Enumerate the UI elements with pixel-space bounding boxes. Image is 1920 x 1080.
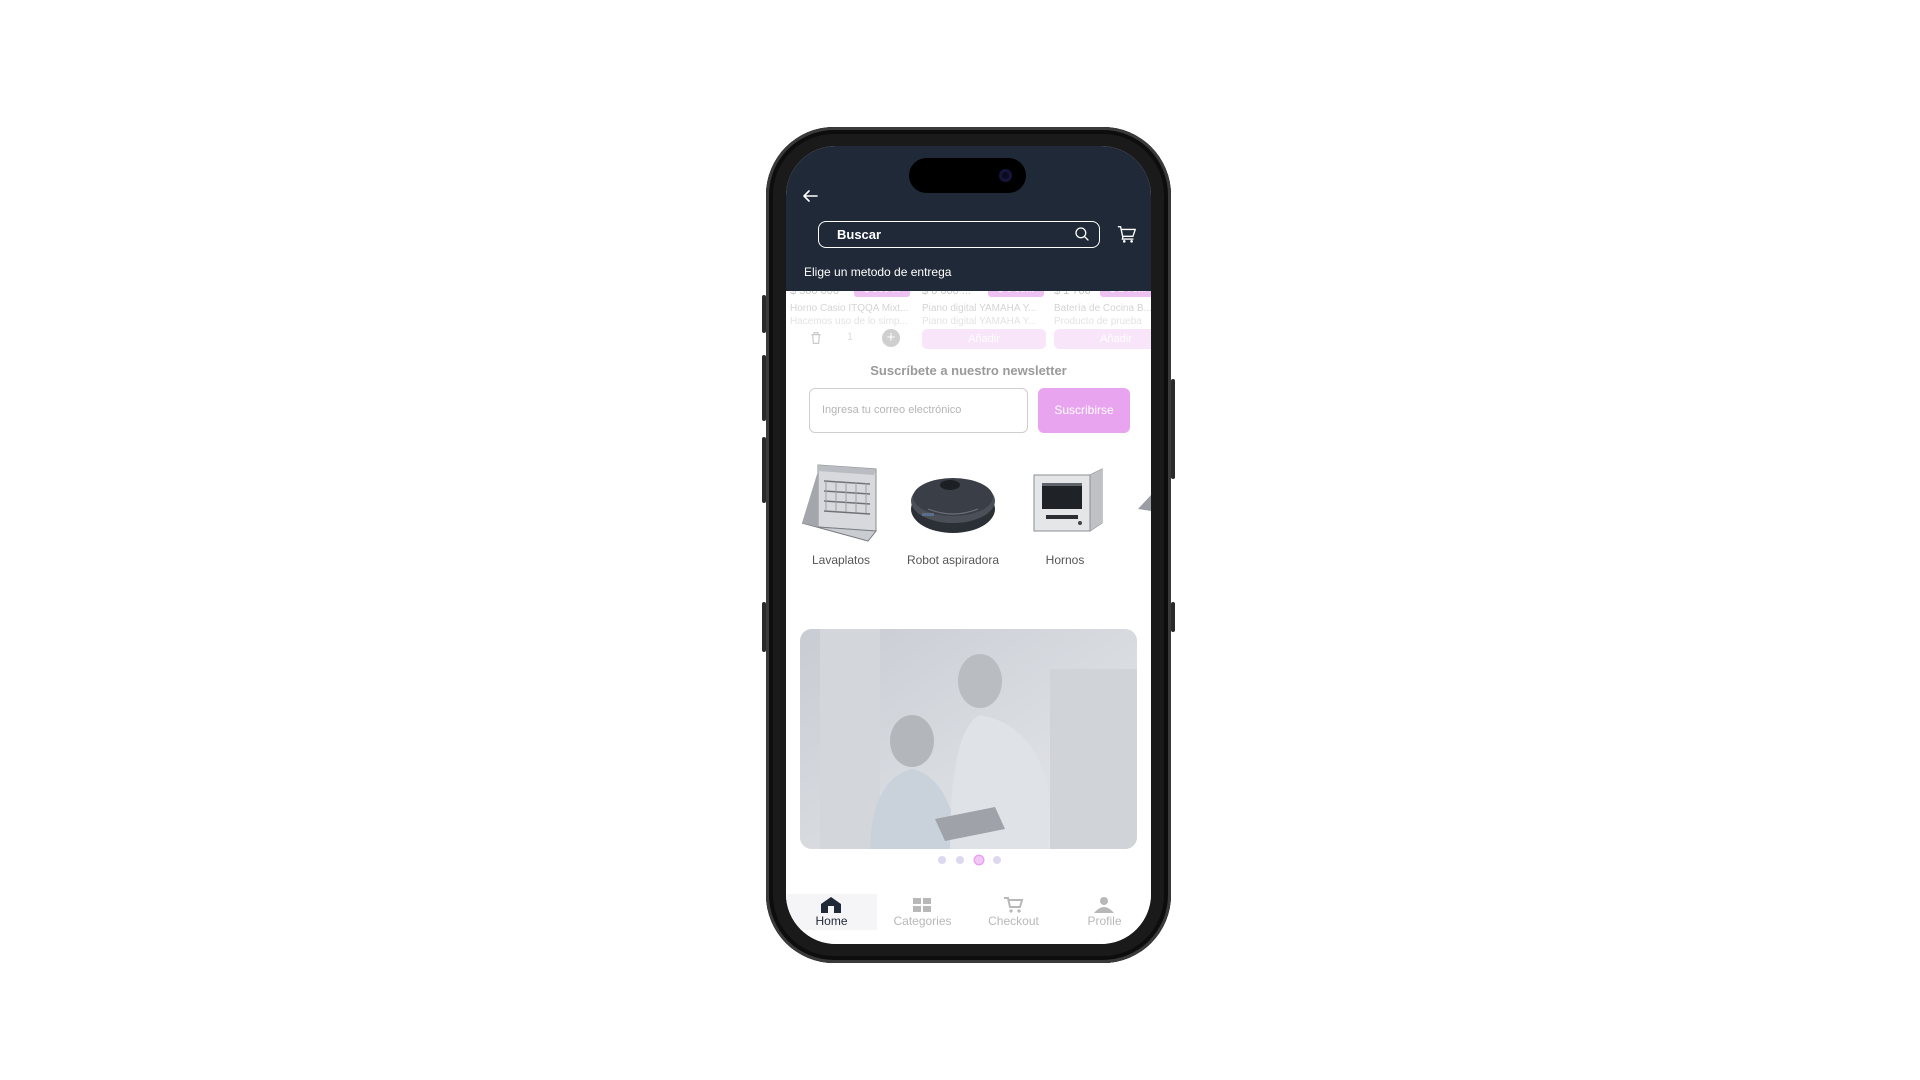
category-label: Hornos — [1045, 553, 1085, 567]
carousel-dot[interactable] — [938, 856, 946, 864]
category-item-lavaplatos[interactable]: Lavaplatos — [786, 461, 886, 581]
bottom-tab-bar: Home Categories Checkout Profile — [786, 894, 1151, 944]
promo-photo — [800, 629, 1137, 849]
volume-up-button — [762, 355, 766, 421]
product-card[interactable]: $ 6 000 ... $ 6 00... Piano digital YAMA… — [918, 283, 1048, 355]
tab-label: Home — [815, 914, 848, 928]
phone-frame: Buscar Elige un metodo de entrega $ 560 … — [762, 127, 1175, 963]
subscribe-button[interactable]: Suscribirse — [1038, 388, 1130, 433]
power-button — [1171, 379, 1175, 479]
carousel-dot-active[interactable] — [975, 856, 983, 864]
camera-icon — [999, 169, 1012, 182]
carousel-dots — [786, 853, 1151, 867]
volume-down-button — [762, 437, 766, 503]
category-item-robot-aspiradora[interactable]: Robot aspiradora — [898, 461, 999, 581]
product-carousel: $ 560 000 $ 560 ... Horno Casio ITQQA Mi… — [786, 283, 1151, 355]
product-card[interactable]: $ 1 700 $ 1 70... Batería de Cocina B...… — [1050, 283, 1151, 355]
tab-profile[interactable]: Profile — [1059, 894, 1150, 930]
category-label: Lavaplatos — [811, 553, 871, 567]
delivery-method-selector[interactable]: Elige un metodo de entrega — [804, 265, 951, 279]
newsletter-title: Suscríbete a nuestro newsletter — [870, 363, 1067, 378]
category-carousel: Lavaplatos Robot aspiradora Hornos — [786, 461, 1151, 581]
phone-screen: Buscar Elige un metodo de entrega $ 560 … — [786, 146, 1151, 944]
search-icon[interactable] — [1073, 225, 1091, 243]
search-input[interactable]: Buscar — [818, 221, 1100, 248]
checkout-icon — [1004, 897, 1024, 913]
tab-label: Categories — [893, 914, 952, 928]
category-item-hornos[interactable]: Hornos — [1010, 461, 1110, 581]
robot-vacuum-image — [911, 478, 995, 533]
dishwasher-image — [801, 464, 877, 542]
product-name: Piano digital YAMAHA Y... — [922, 303, 1037, 314]
quantity-value: 1 — [847, 331, 854, 343]
plus-icon[interactable]: + — [882, 329, 900, 347]
profile-icon — [1094, 897, 1114, 913]
side-button-lower — [762, 602, 766, 652]
trash-icon[interactable] — [808, 330, 824, 346]
product-description: Producto de prueba — [1054, 316, 1142, 327]
carousel-dot[interactable] — [956, 856, 964, 864]
cart-icon[interactable] — [1116, 223, 1138, 245]
add-to-cart-button[interactable]: Añadir — [922, 329, 1046, 349]
carousel-dot[interactable] — [993, 856, 1001, 864]
product-name: Batería de Cocina B... — [1054, 303, 1151, 314]
search-placeholder: Buscar — [837, 227, 882, 242]
tab-label: Checkout — [988, 914, 1039, 928]
tab-checkout[interactable]: Checkout — [968, 894, 1059, 930]
home-icon — [821, 897, 841, 913]
main-content: $ 560 000 $ 560 ... Horno Casio ITQQA Mi… — [786, 283, 1151, 891]
email-field[interactable]: Ingresa tu correo electrónico — [809, 388, 1028, 433]
back-arrow-icon[interactable] — [798, 184, 822, 208]
product-description: Piano digital YAMAHA Y... — [922, 316, 1037, 327]
email-placeholder: Ingresa tu correo electrónico — [822, 404, 962, 416]
categories-icon — [913, 898, 931, 912]
next-category-peek — [1138, 495, 1151, 511]
category-label: Robot aspiradora — [906, 553, 1000, 567]
dynamic-island — [909, 158, 1026, 193]
promo-banner[interactable] — [800, 629, 1137, 849]
tab-home[interactable]: Home — [786, 894, 877, 930]
product-card[interactable]: $ 560 000 $ 560 ... Horno Casio ITQQA Mi… — [786, 283, 916, 355]
product-description: Hacemos uso de lo simp... — [790, 316, 908, 327]
tab-categories[interactable]: Categories — [877, 894, 968, 930]
add-to-cart-button[interactable]: Añadir — [1054, 329, 1151, 349]
side-button-lower-right — [1171, 602, 1175, 632]
quantity-stepper: 1 + — [786, 329, 906, 349]
action-button — [762, 295, 766, 333]
oven-image — [1033, 468, 1103, 532]
tab-label: Profile — [1087, 914, 1122, 928]
product-name: Horno Casio ITQQA Mixt... — [790, 303, 909, 314]
